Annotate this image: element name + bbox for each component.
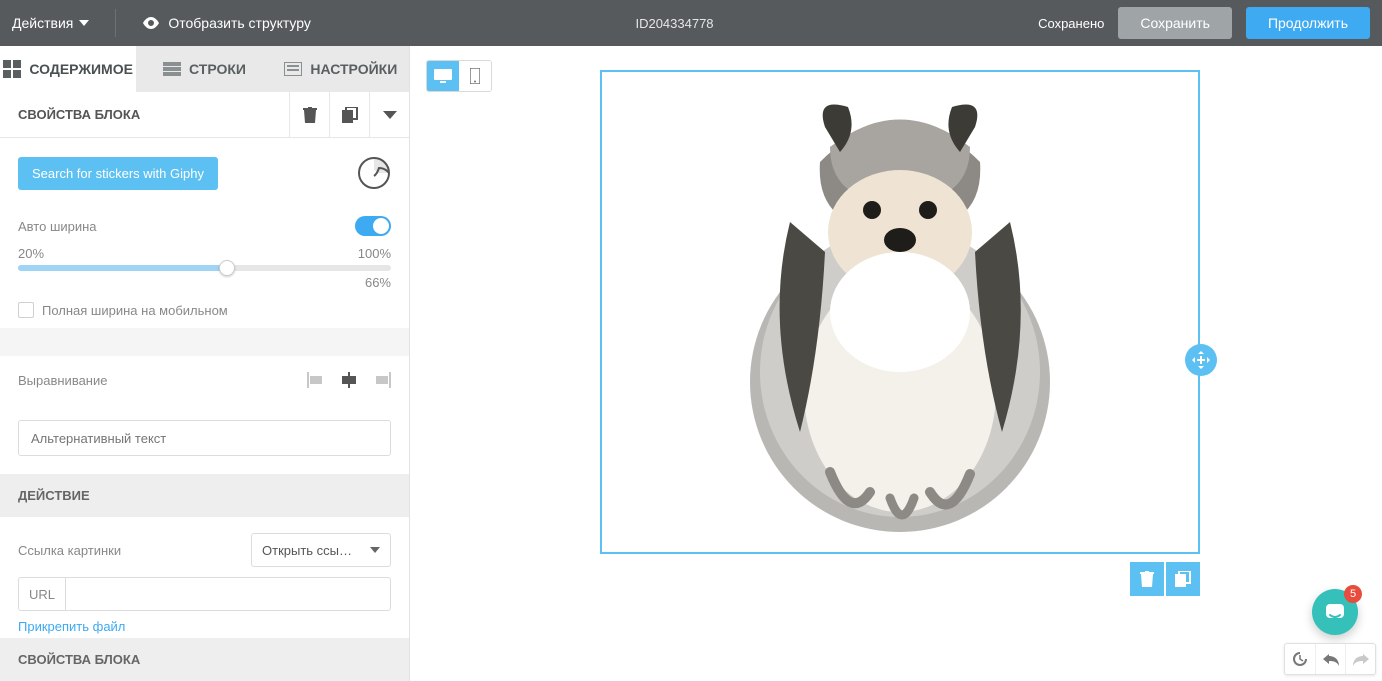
- dog-image: [730, 92, 1070, 532]
- redo-button[interactable]: [1345, 644, 1375, 674]
- device-toggle: [426, 60, 492, 92]
- history-toolbar: [1284, 643, 1376, 675]
- actions-label: Действия: [12, 15, 73, 31]
- continue-button[interactable]: Продолжить: [1246, 7, 1370, 39]
- block-delete-button[interactable]: [1130, 562, 1164, 596]
- slider-max-label: 100%: [358, 246, 391, 261]
- undo-icon: [1323, 652, 1339, 666]
- collapse-block-button[interactable]: [369, 92, 409, 138]
- show-structure-toggle[interactable]: Отобразить структуру: [142, 15, 311, 31]
- desktop-view-button[interactable]: [427, 61, 459, 91]
- align-center-button[interactable]: [339, 372, 359, 388]
- intercom-chat-button[interactable]: 5: [1312, 589, 1358, 635]
- image-link-label: Ссылка картинки: [18, 543, 121, 558]
- move-icon: [1192, 351, 1210, 369]
- divider: [115, 9, 116, 37]
- tab-content[interactable]: СОДЕРЖИМОЕ: [0, 46, 136, 92]
- block-properties-footer: СВОЙСТВА БЛОКА: [0, 638, 409, 681]
- settings-icon: [284, 62, 302, 76]
- rows-icon: [163, 62, 181, 76]
- block-properties-title: СВОЙСТВА БЛОКА: [18, 107, 140, 122]
- trash-icon: [1140, 571, 1154, 587]
- grid-icon: [3, 60, 21, 78]
- move-handle[interactable]: [1185, 344, 1217, 376]
- attach-file-link[interactable]: Прикрепить файл: [18, 619, 125, 634]
- canvas-area: 5: [410, 46, 1382, 681]
- actions-dropdown[interactable]: Действия: [12, 15, 89, 31]
- tab-rows[interactable]: СТРОКИ: [136, 46, 272, 92]
- history-button[interactable]: [1285, 644, 1315, 674]
- full-mobile-label: Полная ширина на мобильном: [42, 303, 228, 318]
- width-slider[interactable]: [18, 265, 391, 271]
- undo-button[interactable]: [1315, 644, 1345, 674]
- eye-icon: [142, 17, 160, 29]
- redo-icon: [1353, 652, 1369, 666]
- alt-text-input[interactable]: [18, 420, 391, 456]
- chevron-down-icon: [370, 547, 380, 553]
- url-prefix-label: URL: [18, 577, 66, 611]
- slider-thumb[interactable]: [219, 260, 235, 276]
- copy-icon: [1175, 571, 1191, 587]
- desktop-icon: [434, 69, 452, 83]
- align-right-button[interactable]: [371, 372, 391, 388]
- delete-block-button[interactable]: [289, 92, 329, 138]
- history-icon: [1292, 651, 1308, 667]
- mobile-view-button[interactable]: [459, 61, 491, 91]
- copy-icon: [342, 107, 358, 123]
- full-mobile-checkbox[interactable]: [18, 302, 34, 318]
- block-duplicate-button[interactable]: [1166, 562, 1200, 596]
- tab-settings-label: НАСТРОЙКИ: [310, 61, 397, 77]
- document-id: ID204334778: [311, 16, 1038, 31]
- auto-width-label: Авто ширина: [18, 219, 97, 234]
- slider-value: 66%: [18, 275, 391, 290]
- selected-image-block[interactable]: [600, 70, 1200, 554]
- auto-width-toggle[interactable]: [355, 216, 391, 236]
- tab-content-label: СОДЕРЖИМОЕ: [29, 61, 133, 77]
- tab-settings[interactable]: НАСТРОЙКИ: [273, 46, 409, 92]
- trash-icon: [303, 107, 317, 123]
- top-bar: Действия Отобразить структуру ID20433477…: [0, 0, 1382, 46]
- align-left-button[interactable]: [307, 372, 327, 388]
- block-properties-header: СВОЙСТВА БЛОКА: [0, 92, 409, 138]
- sidebar: СОДЕРЖИМОЕ СТРОКИ НАСТРОЙКИ СВОЙСТВА БЛО…: [0, 46, 410, 681]
- duplicate-block-button[interactable]: [329, 92, 369, 138]
- chevron-down-icon: [79, 20, 89, 26]
- slider-min-label: 20%: [18, 246, 44, 261]
- chat-badge: 5: [1344, 585, 1362, 603]
- mobile-icon: [470, 68, 480, 84]
- giphy-search-button[interactable]: Search for stickers with Giphy: [18, 157, 218, 190]
- show-structure-label: Отобразить структуру: [168, 15, 311, 31]
- chat-icon: [1324, 601, 1346, 623]
- alignment-label: Выравнивание: [18, 373, 107, 388]
- block-toolbar: [1130, 562, 1200, 596]
- save-button[interactable]: Сохранить: [1118, 7, 1232, 39]
- saved-status: Сохранено: [1038, 16, 1104, 31]
- link-action-select[interactable]: Открыть ссы…: [251, 533, 391, 567]
- tab-rows-label: СТРОКИ: [189, 61, 246, 77]
- link-action-value: Открыть ссы…: [262, 543, 352, 558]
- sticker-icon: [357, 156, 391, 190]
- url-input[interactable]: [66, 577, 391, 611]
- action-section-header: ДЕЙСТВИЕ: [0, 474, 409, 517]
- chevron-down-icon: [383, 111, 397, 119]
